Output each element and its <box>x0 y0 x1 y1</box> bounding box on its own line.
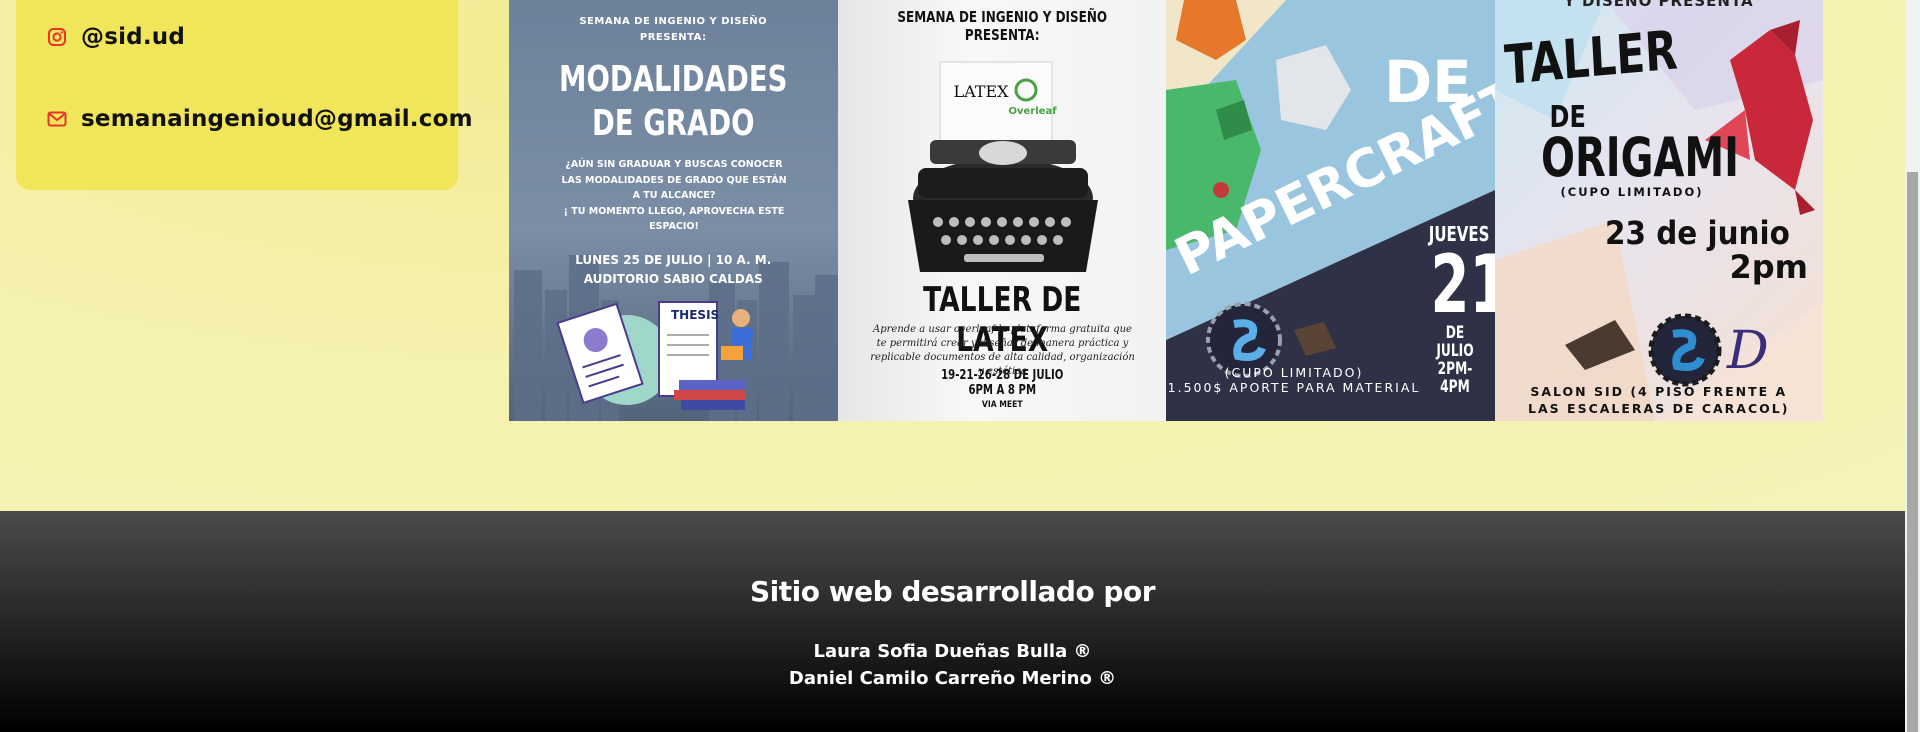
poster-org-text: SEMANA DE INGENIO Y DISEÑO PRESENTA: <box>896 8 1107 44</box>
poster-cupo: (CUPO LIMITADO) <box>1560 185 1704 199</box>
poster-title-origami: ORIGAMI <box>1540 126 1739 189</box>
developer-name: Laura Sofia Dueñas Bulla ® <box>813 641 1092 662</box>
poster-org-text: SEMANA DE INGENIO Y DISEÑO PRESENTA: <box>579 16 768 43</box>
poster-date: LUNES 25 DE JULIO | 10 A. M. AUDITORIO S… <box>575 253 772 286</box>
poster-body: ¿AÚN SIN GRADUAR Y BUSCAS CONOCER LAS MO… <box>561 159 787 232</box>
instagram-icon <box>47 27 67 47</box>
page: @sid.ud semanaingenioud@gmail.com SEMANA… <box>0 0 1905 732</box>
poster-modalidades-de-grado[interactable]: SEMANA DE INGENIO Y DISEÑO PRESENTA: MOD… <box>509 0 838 421</box>
poster-date: 23 de junio <box>1604 214 1790 252</box>
latex-logo: LATEX <box>953 82 1009 101</box>
site-footer: Sitio web desarrollado por Laura Sofia D… <box>0 511 1905 732</box>
poster-date-block: JUEVES 21 DE JULIO 2PM-4PM <box>1420 222 1495 397</box>
content-section: @sid.ud semanaingenioud@gmail.com SEMANA… <box>0 0 1905 511</box>
poster-title: MODALIDADES DE GRADO <box>559 59 788 144</box>
instagram-contact[interactable]: @sid.ud <box>47 24 185 50</box>
email-contact[interactable]: semanaingenioud@gmail.com <box>47 106 473 132</box>
contact-card: @sid.ud semanaingenioud@gmail.com <box>16 0 473 190</box>
developer-name: Daniel Camilo Carreño Merino ® <box>788 668 1117 689</box>
poster-month-time: DE JULIO 2PM-4PM <box>1436 323 1474 397</box>
mail-icon <box>47 109 67 129</box>
thesis-label: THESIS <box>671 308 720 322</box>
footer-heading: Sitio web desarrollado por <box>749 575 1156 608</box>
instagram-handle[interactable]: @sid.ud <box>81 24 185 50</box>
poster-day-number: 21 <box>1430 238 1495 331</box>
poster-taller-de-latex[interactable]: LATEX Overleaf SEMANA DE INGENIO Y DISEÑ… <box>837 0 1166 421</box>
poster-mode: VIA MEET <box>981 400 1023 410</box>
vertical-scrollbar[interactable] <box>1905 0 1920 732</box>
scrollbar-thumb[interactable] <box>1907 172 1918 732</box>
poster-taller-de-papercraft[interactable]: DE PAPERCRAFT JUEVES 21 DE JULIO 2PM-4PM… <box>1166 0 1495 421</box>
email-address[interactable]: semanaingenioud@gmail.com <box>81 106 473 132</box>
poster-taller-de-origami[interactable]: D Y DISEÑO PRESENTA TALLER DE ORIGAMI (C… <box>1494 0 1823 421</box>
overleaf-logo: Overleaf <box>1008 106 1057 117</box>
poster-location: SALON SID (4 PISO FRENTE A LAS ESCALERAS… <box>1528 384 1790 416</box>
events-gallery: SEMANA DE INGENIO Y DISEÑO PRESENTA: MOD… <box>509 0 1823 421</box>
poster-date: 19-21-26-28 DE JULIO 6PM A 8 PM <box>940 368 1063 398</box>
poster-org-text: Y DISEÑO PRESENTA <box>1563 0 1754 10</box>
poster-details: (CUPO LIMITADO) 1.500$ APORTE PARA MATER… <box>1167 365 1421 395</box>
poster-time: 2pm <box>1729 248 1809 286</box>
svg-text:D: D <box>1726 321 1769 381</box>
